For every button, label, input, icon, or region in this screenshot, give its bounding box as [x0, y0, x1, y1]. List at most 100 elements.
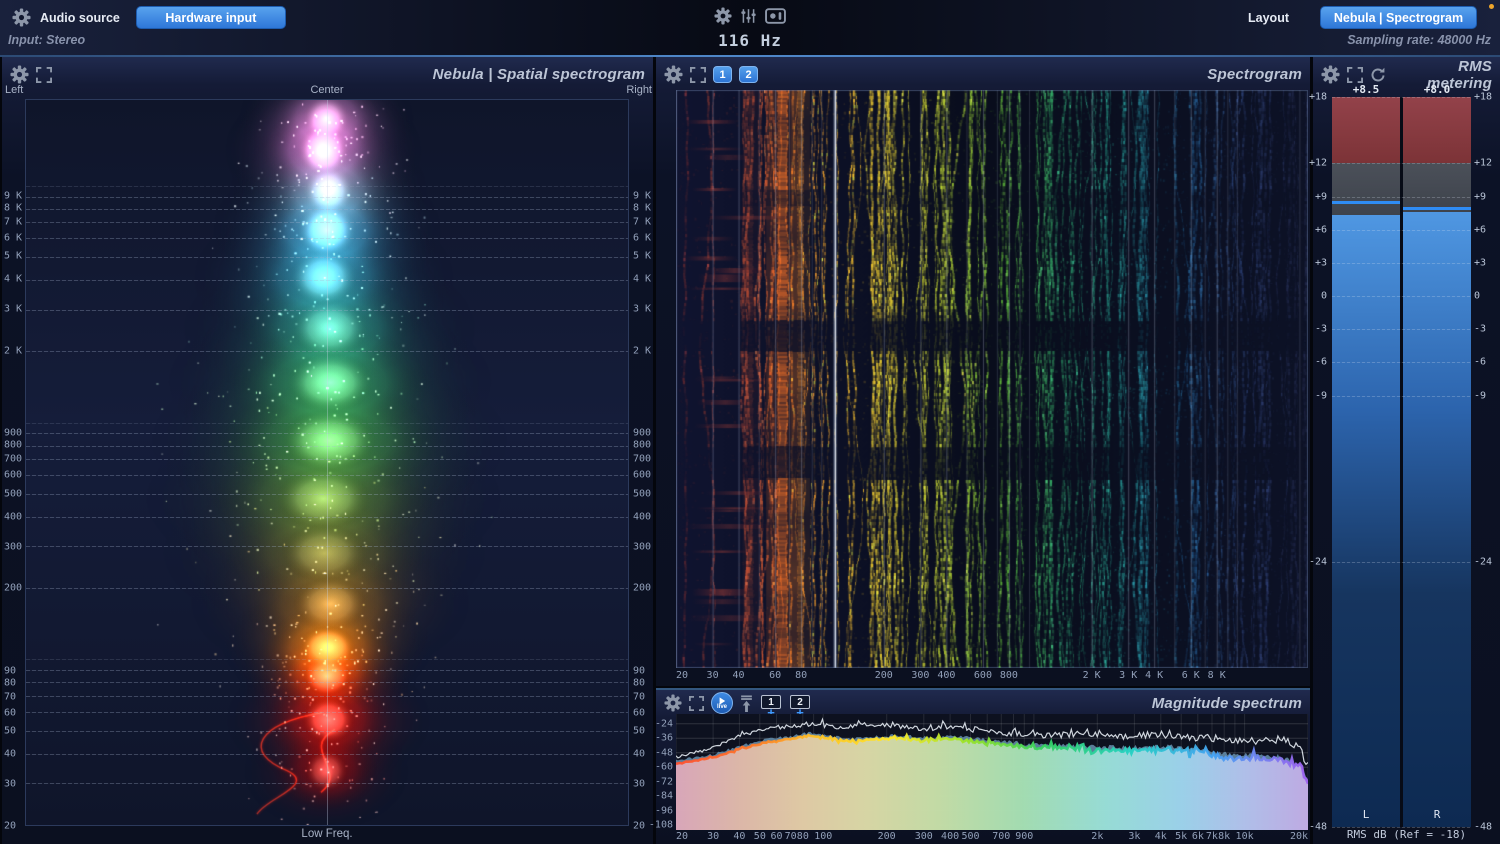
- spatial-freq-tick-label: 400: [633, 511, 652, 523]
- global-controls: [714, 7, 786, 25]
- spectrogram-settings-gear-icon[interactable]: [664, 65, 683, 84]
- io-routing-icon[interactable]: [765, 8, 786, 24]
- magnitude-db-tick-label: -60: [654, 761, 673, 773]
- spatial-freq-tick-label: 5 K: [633, 250, 652, 262]
- rms-meter-right: R: [1403, 97, 1471, 827]
- rms-scale-tick-label: +6: [1314, 224, 1327, 236]
- spatial-freq-tick-label: 7 K: [633, 216, 652, 228]
- magnitude-freq-tick-label: 300: [914, 831, 933, 842]
- magnitude-db-tick-label: -84: [654, 790, 673, 802]
- spatial-freq-tick-label: 70: [633, 691, 646, 703]
- spatial-settings-gear-icon[interactable]: [10, 65, 29, 84]
- magnitude-fullscreen-icon[interactable]: [689, 695, 704, 711]
- spectrogram-freq-tick-label: 800: [999, 670, 1018, 681]
- magnitude-freq-axis: 20 30 40 50 60 70 80 100 200 300 400 500 700 900 2k 3k 4…: [676, 831, 1308, 844]
- spectrogram-plot[interactable]: [676, 90, 1308, 668]
- spatial-ticks-right: 9 K8 K 7 K 6 K 5 K 4 K 3 K 2 K 900 800 700 600 500 4…: [631, 99, 655, 831]
- rms-scale-left: +18 +12 +9 +6 +3 0 -3 -6 -9 -24 -48: [1309, 92, 1329, 833]
- audio-source-settings-gear-icon[interactable]: [12, 8, 31, 27]
- live-play-button[interactable]: live: [711, 692, 733, 714]
- magnitude-plot[interactable]: [675, 714, 1310, 830]
- magnitude-freq-tick-label: 200: [877, 831, 896, 842]
- spectrogram-freq-tick-label: 20: [676, 670, 689, 681]
- magnitude-freq-tick-label: 700: [992, 831, 1011, 842]
- hardware-input-button[interactable]: Hardware input: [135, 6, 286, 29]
- rms-settings-gear-icon[interactable]: [1321, 65, 1340, 84]
- spatial-freq-tick-label: 800: [633, 439, 652, 451]
- spectrogram-slot-1-button[interactable]: 1: [713, 66, 732, 83]
- spectrogram-freq-tick-label: 60: [769, 670, 782, 681]
- layout-selector-button[interactable]: Nebula | Spectrogram: [1320, 6, 1477, 29]
- rms-scale-tick-label: +6: [1474, 224, 1487, 236]
- spatial-fullscreen-icon[interactable]: [36, 66, 52, 83]
- magnitude-db-tick-label: -36: [654, 732, 673, 744]
- meter-rms-fill: [1403, 212, 1471, 827]
- spatial-freq-tick-label: 300: [633, 541, 652, 553]
- magnitude-title: Magnitude spectrum: [1151, 694, 1302, 712]
- spatial-freq-tick-label: 60: [4, 707, 17, 719]
- pan-center-label: Center: [310, 84, 344, 96]
- rms-reset-refresh-icon[interactable]: [1370, 67, 1386, 83]
- spatial-freq-tick-label: 90: [4, 665, 17, 677]
- spectrogram-freq-tick-label: 2 K: [1082, 670, 1101, 681]
- spatial-plot[interactable]: [25, 99, 629, 826]
- spectrogram-slot-2-button[interactable]: 2: [739, 66, 758, 83]
- app-root: Audio source Hardware input Input: Stere…: [0, 0, 1500, 844]
- rms-scale-tick-label: +12: [1474, 157, 1493, 169]
- spatial-spectrogram-panel: Nebula | Spatial spectrogram Left Center…: [2, 57, 653, 844]
- rms-meter-gridline: [1332, 395, 1471, 397]
- meter-rms-value-line: [1403, 206, 1471, 210]
- spatial-freq-tick-label: 7 K: [4, 216, 23, 228]
- spatial-freq-tick-label: 90: [633, 665, 646, 677]
- magnitude-db-tick-label: -48: [654, 747, 673, 759]
- magnitude-freq-tick-label: 8k: [1218, 831, 1231, 842]
- rms-fullscreen-icon[interactable]: [1347, 66, 1363, 83]
- spectrogram-title: Spectrogram: [1207, 66, 1302, 83]
- spatial-freq-tick-label: 50: [633, 725, 646, 737]
- spatial-freq-tick-label: 80: [633, 677, 646, 689]
- rms-scale-tick-label: -3: [1314, 323, 1327, 335]
- rms-scale-tick-label: -9: [1314, 390, 1327, 402]
- spectrogram-freq-tick-label: 6 K: [1181, 670, 1200, 681]
- spatial-freq-tick-label: 600: [4, 469, 23, 481]
- rms-value-left: +8.5: [1352, 83, 1380, 96]
- spectrogram-fullscreen-icon[interactable]: [690, 66, 706, 83]
- rms-meter-gridline: [1332, 163, 1471, 165]
- spatial-freq-tick-label: 9 K: [4, 190, 23, 202]
- layout-label: Layout: [1248, 10, 1289, 25]
- rms-metering-panel: RMS metering +8.5 +8.0 +18 +12 +9 +6 +3 0 -3 -6…: [1309, 57, 1500, 844]
- magnitude-freq-tick-label: 3k: [1128, 831, 1141, 842]
- rms-scale-tick-label: -24: [1474, 556, 1493, 568]
- spatial-freq-tick-label: 60: [633, 707, 646, 719]
- rms-channel-right-label: R: [1433, 808, 1441, 821]
- peak-reset-arrow-icon[interactable]: [740, 694, 753, 712]
- spatial-freq-tick-label: 200: [4, 582, 23, 594]
- spatial-freq-tick-label: 70: [4, 691, 17, 703]
- rms-meter-gridline: [1332, 827, 1471, 828]
- spatial-freq-tick-label: 500: [4, 488, 23, 500]
- magnitude-freq-tick-label: 60: [770, 831, 783, 842]
- rms-value-right: +8.0: [1423, 83, 1451, 96]
- spatial-freq-tick-label: 5 K: [4, 250, 23, 262]
- spatial-freq-tick-label: 40: [4, 748, 17, 760]
- rms-meters[interactable]: L R: [1332, 97, 1471, 828]
- spatial-freq-tick-label: 900: [4, 427, 23, 439]
- magnitude-freq-tick-label: 6k: [1191, 831, 1204, 842]
- magnitude-freq-tick-label: 30: [707, 831, 720, 842]
- spatial-freq-tick-label: 6 K: [633, 232, 652, 244]
- pan-labels: Left Center Right: [2, 84, 653, 98]
- magnitude-settings-gear-icon[interactable]: [664, 694, 682, 712]
- magnitude-freq-tick-label: 80: [796, 831, 809, 842]
- spatial-freq-tick-label: 700: [633, 453, 652, 465]
- mixer-sliders-icon[interactable]: [740, 8, 757, 24]
- rms-scale-tick-label: +9: [1314, 191, 1327, 203]
- spatial-freq-tick-label: 40: [633, 748, 646, 760]
- settings-gear-icon[interactable]: [714, 7, 732, 25]
- audio-source-group: Audio source Hardware input: [12, 6, 286, 29]
- meter-rms-fill: [1332, 215, 1400, 827]
- magnitude-freq-tick-label: 100: [814, 831, 833, 842]
- magnitude-freq-tick-label: 5k: [1175, 831, 1188, 842]
- rms-scale-tick-label: -24: [1308, 556, 1327, 568]
- spatial-freq-tick-label: 800: [4, 439, 23, 451]
- pan-left-label: Left: [5, 84, 24, 96]
